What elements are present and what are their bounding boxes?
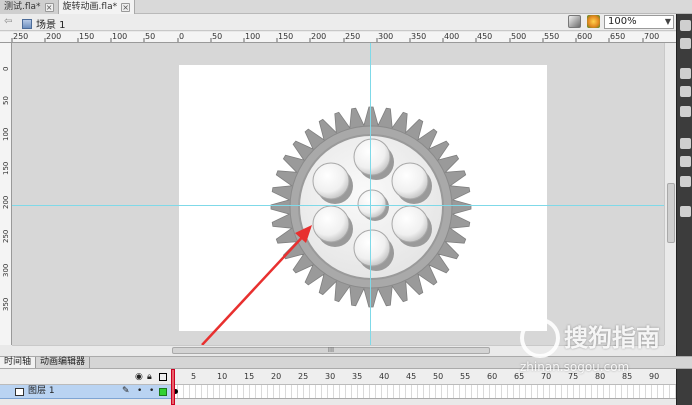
ruler-label: 400 — [444, 32, 460, 41]
ruler-label: 200 — [46, 32, 62, 41]
tab-timeline[interactable]: 时间轴 — [0, 357, 37, 368]
scene-label: 场景 1 — [36, 20, 66, 31]
info-icon[interactable] — [680, 86, 691, 97]
flash-editor-window: 测试.fla* × 旋转动画.fla* × ⇦ 场景 1 100% ▼ 250 … — [0, 0, 692, 405]
vertical-scrollbar[interactable] — [664, 43, 676, 345]
frame-number: 50 — [433, 372, 444, 381]
motion-presets-icon[interactable] — [680, 176, 691, 187]
frame-number: 55 — [460, 372, 471, 381]
tab-motion-editor[interactable]: 动画编辑器 — [36, 357, 91, 368]
ruler-label: 300 — [2, 263, 10, 277]
ruler-label: 200 — [2, 195, 10, 209]
close-icon[interactable]: × — [121, 2, 131, 12]
eye-icon[interactable]: ◉ — [135, 372, 143, 382]
zoom-value: 100% — [608, 16, 637, 27]
ruler-label: 50 — [212, 32, 223, 41]
breadcrumb[interactable]: 场景 1 — [22, 16, 66, 31]
annotation-arrow — [201, 225, 312, 345]
frame-number: 45 — [406, 372, 417, 381]
actions-icon[interactable] — [680, 138, 691, 149]
layer-name[interactable]: 图层 1 — [28, 385, 55, 398]
ruler-label: 0 — [2, 66, 10, 71]
zoom-select[interactable]: 100% ▼ — [604, 15, 674, 29]
frame-number: 35 — [352, 372, 363, 381]
library-icon[interactable] — [680, 206, 691, 217]
ruler-label: 300 — [378, 32, 394, 41]
ruler-label: 250 — [13, 32, 29, 41]
ruler-label: 0 — [179, 32, 185, 41]
ruler-label: 250 — [345, 32, 361, 41]
watermark: 搜狗指南 zhinan.sogou.com — [520, 318, 670, 378]
frame-number: 5 — [191, 372, 197, 381]
color-panel-icon[interactable] — [680, 20, 691, 31]
frame-number: 40 — [379, 372, 390, 381]
back-arrow-icon[interactable]: ⇦ — [4, 16, 12, 27]
ruler-label: 50 — [145, 32, 156, 41]
ruler-label: 200 — [311, 32, 327, 41]
components-icon[interactable] — [680, 156, 691, 167]
ruler-label: 50 — [2, 96, 10, 105]
sogou-logo — [520, 318, 560, 358]
watermark-url: zhinan.sogou.com — [520, 360, 630, 374]
ruler-label: 150 — [2, 161, 10, 175]
outline-icon[interactable] — [159, 373, 167, 381]
frame-number: 60 — [487, 372, 498, 381]
doc-tab-label: 测试.fla* — [4, 1, 41, 12]
document-tabs: 测试.fla* × 旋转动画.fla* × — [0, 0, 692, 14]
ruler-label: 350 — [2, 297, 10, 311]
ruler-label: 150 — [278, 32, 294, 41]
edit-icons — [568, 15, 600, 28]
ruler-label: 100 — [2, 127, 10, 141]
layer-row[interactable]: 图层 1 ✎ • • — [0, 385, 172, 399]
outline-color-swatch[interactable] — [159, 388, 167, 396]
ruler-label: 700 — [644, 32, 660, 41]
ruler-label: 250 — [2, 229, 10, 243]
swatches-icon[interactable] — [680, 38, 691, 49]
right-panel-dock — [676, 14, 692, 405]
vertical-ruler: 0 50 100 150 200 250 300 350 — [0, 43, 12, 345]
workspace[interactable] — [12, 43, 664, 345]
edit-bar: ⇦ 场景 1 100% ▼ — [0, 14, 676, 31]
transform-icon[interactable] — [680, 106, 691, 117]
horizontal-scroll-thumb[interactable]: III — [172, 347, 490, 354]
ruler-label: 650 — [610, 32, 626, 41]
ruler-label: 350 — [411, 32, 427, 41]
ruler-label: 100 — [112, 32, 128, 41]
ruler-label: 550 — [544, 32, 560, 41]
visibility-dot[interactable]: • — [137, 385, 142, 398]
ruler-label: 500 — [511, 32, 527, 41]
ruler-label: 600 — [577, 32, 593, 41]
watermark-brand: 搜狗指南 — [564, 324, 660, 352]
pencil-icon: ✎ — [122, 386, 130, 396]
layer-icon — [15, 388, 24, 396]
edit-scene-icon[interactable] — [568, 15, 581, 28]
horizontal-ruler: 250 200 150 100 50 0 50 100 150 200 250 … — [0, 32, 676, 43]
lock-dot[interactable]: • — [149, 385, 154, 398]
ruler-ticks — [11, 38, 644, 42]
frame-number: 10 — [217, 372, 228, 381]
ruler-label: 100 — [245, 32, 261, 41]
lock-icon[interactable]: 🔒︎ — [147, 372, 152, 382]
frame-cells[interactable] — [172, 385, 676, 399]
close-icon[interactable]: × — [44, 2, 54, 12]
properties-icon[interactable] — [680, 68, 691, 79]
doc-tab-test[interactable]: 测试.fla* × — [0, 0, 59, 14]
doc-tab-label: 旋转动画.fla* — [62, 1, 118, 12]
frame-number: 30 — [325, 372, 336, 381]
doc-tab-rotation[interactable]: 旋转动画.fla* × — [58, 0, 136, 14]
frame-number: 15 — [244, 372, 255, 381]
playhead[interactable] — [171, 369, 175, 405]
vertical-scroll-thumb[interactable] — [667, 183, 675, 243]
frame-number: 20 — [271, 372, 282, 381]
chevron-down-icon: ▼ — [664, 17, 671, 26]
ruler-label: 450 — [477, 32, 493, 41]
ruler-label: 150 — [79, 32, 95, 41]
edit-symbol-icon[interactable] — [587, 15, 600, 28]
frame-number: 25 — [298, 372, 309, 381]
scene-icon — [22, 18, 32, 29]
